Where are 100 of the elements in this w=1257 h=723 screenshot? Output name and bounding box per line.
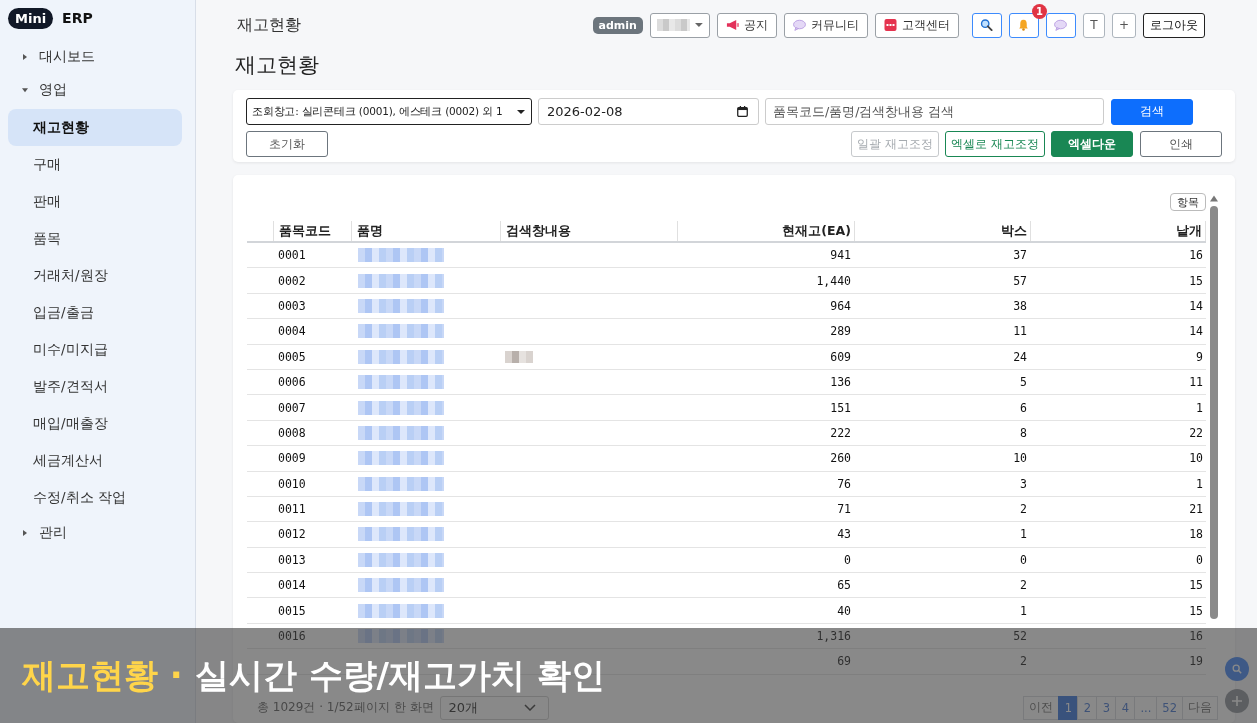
column-header[interactable]: 박스 xyxy=(854,221,1030,241)
record-summary: 총 1029건 · 1/52페이지 xyxy=(257,699,390,717)
table-cell-text: 19 xyxy=(1188,653,1204,671)
table-cell: 0003 xyxy=(278,298,306,313)
action-button[interactable]: 엑셀다운 xyxy=(1051,131,1133,157)
table-cell-text: 1 xyxy=(1019,602,1028,620)
column-header[interactable]: 품명 xyxy=(351,221,500,241)
column-header[interactable]: 품목코드 xyxy=(273,221,351,241)
search-button[interactable] xyxy=(971,12,1002,38)
scrollbar-thumb[interactable] xyxy=(1210,206,1218,619)
page-size-select[interactable]: 20개 xyxy=(439,695,549,720)
table-cell-text: 15 xyxy=(1188,602,1204,620)
community-button[interactable]: 커뮤니티 xyxy=(783,12,868,38)
notification-badge: 1 xyxy=(1031,3,1047,19)
table-cell-text: 1 xyxy=(1019,526,1028,544)
table-cell-text: 21 xyxy=(1188,501,1204,519)
table-cell-text: 43 xyxy=(836,526,852,544)
table-cell: 0007 xyxy=(278,400,306,415)
table-cell: 0006 xyxy=(278,375,306,390)
table-cell-text: 1 xyxy=(1195,399,1204,417)
columns-button[interactable]: 항목 xyxy=(1170,193,1206,211)
table-cell: 0014 xyxy=(278,578,306,593)
table-cell: 0005 xyxy=(278,349,306,364)
megaphone-icon xyxy=(725,19,739,31)
speech-bubble-icon xyxy=(792,19,806,31)
search-icon xyxy=(980,19,994,31)
table-cell: 0002 xyxy=(278,273,306,288)
logout-button[interactable]: 로그아웃 xyxy=(1143,12,1205,38)
table-cell-text: 222 xyxy=(829,424,852,442)
table-cell: 0015 xyxy=(278,603,306,618)
sidebar-item[interactable]: 품목 xyxy=(8,220,182,257)
table-cell-text: 15 xyxy=(1188,272,1204,290)
role-badge: admin xyxy=(592,16,643,34)
scroll-up-icon[interactable] xyxy=(1210,195,1218,202)
page-size-label: 한 화면 xyxy=(393,699,434,717)
sidebar-group-item[interactable]: 대시보드 xyxy=(8,40,182,73)
sidebar-item[interactable]: 입금/출금 xyxy=(8,294,182,331)
table-cell-text: 964 xyxy=(829,297,852,315)
floating-search-button[interactable] xyxy=(1225,657,1249,681)
toolbar-button[interactable]: + xyxy=(1111,12,1136,38)
toolbar-button[interactable]: T xyxy=(1082,12,1105,38)
action-button[interactable]: 인쇄 xyxy=(1140,131,1222,157)
table-cell-text: 15 xyxy=(1188,577,1204,595)
caret-icon xyxy=(695,23,703,27)
table-cell-text: 1,316 xyxy=(815,628,852,646)
table-cell-text: 76 xyxy=(836,475,852,493)
table-cell: 0012 xyxy=(278,527,306,542)
table-cell-text: 5 xyxy=(1019,374,1028,392)
reset-button[interactable]: 초기화 xyxy=(246,131,328,157)
calendar-icon xyxy=(737,106,748,117)
table-cell-text: 38 xyxy=(1012,297,1028,315)
table-cell-text: 0 xyxy=(1019,551,1028,569)
table-cell-text: 24 xyxy=(1012,348,1028,366)
table-cell-text: 260 xyxy=(829,450,852,468)
column-header[interactable]: 검색창내용 xyxy=(500,221,677,241)
notifications-button[interactable] xyxy=(1008,12,1039,38)
search-field[interactable]: 품목코드/품명/검색창내용 검색 xyxy=(765,98,1104,125)
sidebar-item[interactable]: 수정/취소 작업 xyxy=(8,479,182,516)
support-button[interactable]: 고객센터 xyxy=(874,12,959,38)
table-cell-text: 136 xyxy=(829,374,852,392)
table-cell-text: 65 xyxy=(836,577,852,595)
sidebar-item[interactable]: 세금계산서 xyxy=(8,442,182,479)
user-menu[interactable] xyxy=(649,12,710,38)
table-cell: 0010 xyxy=(278,476,306,491)
table-cell-text: 11 xyxy=(1012,323,1028,341)
warehouse-select[interactable]: 조회창고: 실리콘테크 (0001), 에스테크 (0002) 외 1 xyxy=(246,98,532,125)
notice-button[interactable]: 공지 xyxy=(716,12,777,38)
sidebar-group-item[interactable]: 영업 xyxy=(8,73,182,106)
table-cell-text: 3 xyxy=(1019,475,1028,493)
speech-bubble-icon xyxy=(1054,19,1068,31)
sidebar-group-item[interactable]: 관리 xyxy=(8,516,182,549)
sidebar-item[interactable]: 발주/견적서 xyxy=(8,368,182,405)
table-cell: 0001 xyxy=(278,248,306,263)
action-button[interactable]: 엑셀로 재고조정 xyxy=(945,131,1045,157)
date-field[interactable]: 2026-02-08 xyxy=(538,98,759,125)
brand-name: ERP xyxy=(62,10,93,26)
table-cell-text: 2 xyxy=(1019,653,1028,671)
sidebar-item[interactable]: 구매 xyxy=(8,146,182,183)
column-header[interactable]: 낱개 xyxy=(1030,221,1206,241)
caret-icon xyxy=(517,109,525,114)
page-title: 재고현황 xyxy=(235,52,320,79)
table-cell-text: 6 xyxy=(1019,399,1028,417)
table-cell-text: 37 xyxy=(1012,247,1028,265)
caption-highlight: 재고현황 · xyxy=(22,655,183,695)
floating-add-button[interactable] xyxy=(1225,689,1249,713)
table-cell-text: 14 xyxy=(1188,297,1204,315)
search-button[interactable]: 검색 xyxy=(1111,98,1193,125)
chat-button[interactable] xyxy=(1045,12,1076,38)
table-cell-text: 40 xyxy=(836,602,852,620)
sidebar-item[interactable]: 거래처/원장 xyxy=(8,257,182,294)
table-cell-text: 16 xyxy=(1188,247,1204,265)
sidebar-item[interactable]: 재고현황 xyxy=(8,109,182,146)
breadcrumb-title: 재고현황 xyxy=(237,14,301,36)
table-cell-text: 57 xyxy=(1012,272,1028,290)
table-cell-text: 1 xyxy=(1195,475,1204,493)
sidebar-item[interactable]: 매입/매출장 xyxy=(8,405,182,442)
sidebar-item[interactable]: 미수/미지급 xyxy=(8,331,182,368)
table-cell: 0008 xyxy=(278,425,306,440)
sidebar-item[interactable]: 판매 xyxy=(8,183,182,220)
column-header[interactable]: 현재고(EA) xyxy=(677,221,854,241)
